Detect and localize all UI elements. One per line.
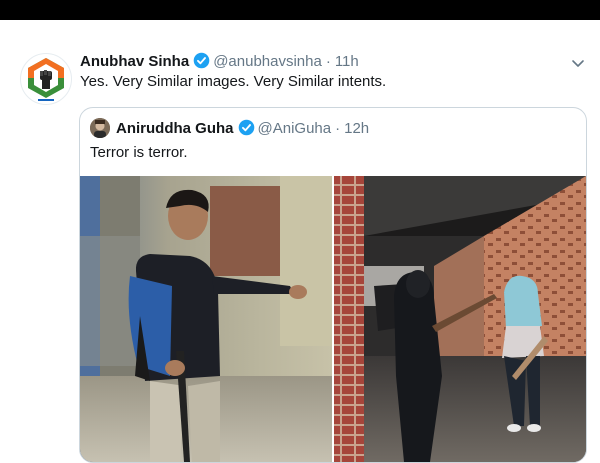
- separator-dot: ·: [325, 53, 331, 70]
- chevron-down-icon[interactable]: [570, 55, 586, 71]
- quoted-tweet[interactable]: Aniruddha Guha @AniGuha · 12h Terror is ter…: [79, 107, 587, 463]
- quoted-author-name[interactable]: Aniruddha Guha: [116, 120, 234, 137]
- author-handle[interactable]: @anubhavsinha: [213, 53, 322, 70]
- tweet-card[interactable]: Anubhav Sinha @anubhavsinha · 11h Yes. Very…: [0, 20, 600, 463]
- verified-badge-icon: [238, 119, 254, 136]
- masked-attackers-photo: [334, 176, 586, 462]
- person-photo-icon: [90, 118, 110, 138]
- station-gunman-photo: [80, 176, 332, 462]
- tweet-time[interactable]: 11h: [335, 53, 359, 70]
- media-photo-right[interactable]: [334, 176, 586, 462]
- tweet-header: Anubhav Sinha @anubhavsinha · 11h: [80, 52, 359, 70]
- verified-badge-icon: [193, 52, 210, 69]
- tweet-text: Yes. Very Similar images. Very Similar i…: [80, 73, 387, 90]
- quoted-header: Aniruddha Guha @AniGuha · 12h: [116, 119, 369, 137]
- author-avatar[interactable]: [20, 53, 72, 105]
- author-name[interactable]: Anubhav Sinha: [80, 53, 189, 70]
- fist-hexagon-logo-icon: [28, 58, 64, 101]
- quoted-tweet-text: Terror is terror.: [90, 144, 188, 161]
- quoted-tweet-time[interactable]: 12h: [344, 120, 369, 137]
- quoted-media: [80, 176, 586, 462]
- separator-dot: ·: [335, 120, 341, 137]
- quoted-author-handle[interactable]: @AniGuha: [258, 120, 332, 137]
- media-photo-left[interactable]: [80, 176, 332, 462]
- top-black-bar: [0, 0, 600, 20]
- quoted-author-avatar[interactable]: [90, 118, 110, 138]
